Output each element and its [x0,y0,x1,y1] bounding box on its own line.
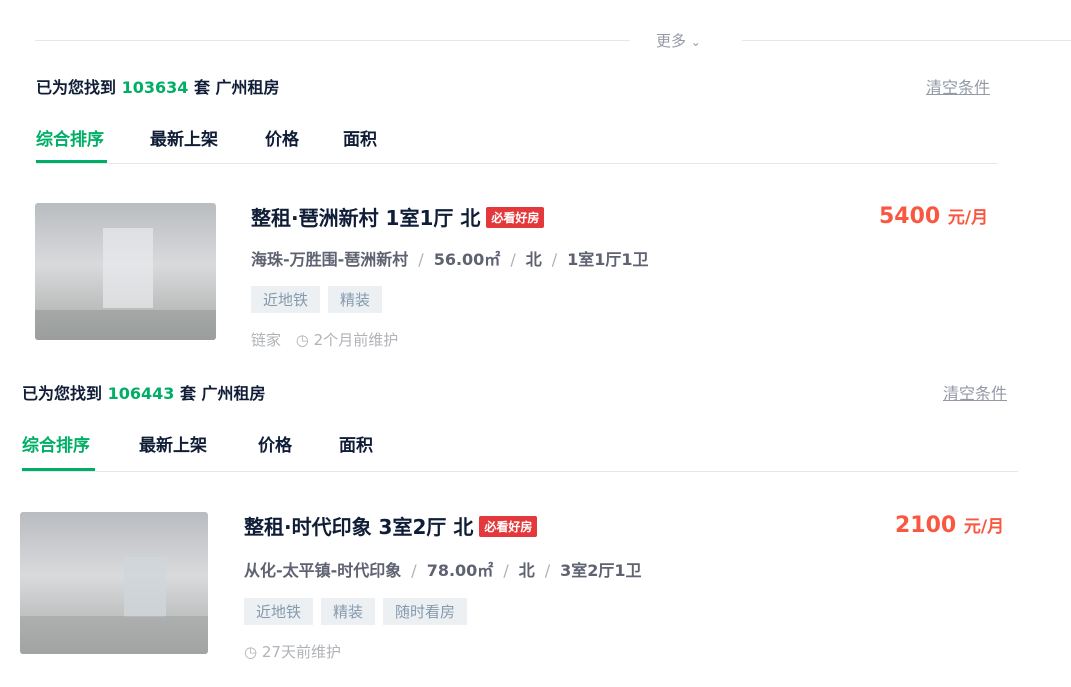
listing-price: 2100 元/月 [895,512,1004,538]
listing-tags: 近地铁 精装 随时看房 [244,598,475,625]
listing-title[interactable]: 整租·时代印象 3室2厅 北 [244,515,473,539]
tab-comprehensive-sort[interactable]: 综合排序 [36,125,104,150]
filter-divider-right [742,40,1071,41]
price-value: 5400 [879,204,941,229]
must-see-badge: 必看好房 [486,207,545,228]
chevron-down-icon: ⌄ [690,35,701,49]
listing-title[interactable]: 整租·琶洲新村 1室1厅 北 [251,206,480,230]
found-suffix: 套 广州租房 [193,78,280,97]
listing-thumbnail[interactable] [20,512,208,654]
listing-meta: ◷ 27天前维护 [244,641,341,662]
listing-thumbnail[interactable] [35,203,216,340]
clear-filters-link[interactable]: 清空条件 [926,74,990,98]
more-filters-button[interactable]: 更多 ⌄ [656,30,701,51]
listing-layout: 3室2厅1卫 [560,561,642,580]
tag-view-anytime: 随时看房 [383,598,468,625]
price-value: 2100 [895,513,957,538]
listing-district: 海珠-万胜围-琶洲新村 [251,250,409,269]
clock-icon: ◷ [295,331,309,349]
tab-area[interactable]: 面积 [339,431,373,456]
result-count: 已为您找到 106443 套 广州租房 [22,380,266,404]
listing-description: 从化-太平镇-时代印象/78.00㎡ / 北/3室2厅1卫 [244,561,642,580]
agency-name: 链家 [251,331,282,349]
tab-newest[interactable]: 最新上架 [150,125,218,150]
filter-row-clipped [30,0,35,6]
clock-icon: ◷ [244,643,258,661]
listing-layout: 1室1厅1卫 [567,250,649,269]
tab-area[interactable]: 面积 [343,125,377,150]
found-count: 103634 [121,78,189,97]
clear-filters-link[interactable]: 清空条件 [943,380,1007,404]
tab-price[interactable]: 价格 [265,125,299,150]
found-prefix: 已为您找到 [22,384,103,403]
listing-area: 56.00㎡ [433,250,501,269]
tag-refined-decor: 精装 [328,286,383,313]
tag-near-metro: 近地铁 [244,598,314,625]
listing-meta: 链家 ◷ 2个月前维护 [251,329,398,350]
filter-divider-left [35,40,630,41]
listing-area: 78.00㎡ [426,561,494,580]
listing-price: 5400 元/月 [879,203,988,229]
listing-orientation: 北 [518,561,535,580]
listing-orientation: 北 [525,250,542,269]
found-suffix: 套 广州租房 [179,384,266,403]
price-unit: 元/月 [963,517,1005,537]
maintained-time: 27天前维护 [261,643,341,661]
listing-description: 海珠-万胜围-琶洲新村/56.00㎡ / 北/1室1厅1卫 [251,250,649,269]
must-see-badge: 必看好房 [479,516,538,537]
tab-price[interactable]: 价格 [258,431,292,456]
listing-tags: 近地铁 精装 [251,286,390,313]
tag-near-metro: 近地铁 [251,286,321,313]
listing-title-row[interactable]: 整租·琶洲新村 1室1厅 北必看好房 [251,202,545,231]
listing-title-row[interactable]: 整租·时代印象 3室2厅 北必看好房 [244,511,538,540]
more-filters-label: 更多 [656,32,687,50]
found-prefix: 已为您找到 [36,78,117,97]
maintained-time: 2个月前维护 [313,331,399,349]
tab-divider [22,471,1018,472]
tab-divider [36,163,998,164]
tab-comprehensive-sort[interactable]: 综合排序 [22,431,90,456]
result-count: 已为您找到 103634 套 广州租房 [36,74,280,98]
found-count: 106443 [107,384,175,403]
listing-district: 从化-太平镇-时代印象 [244,561,402,580]
tag-refined-decor: 精装 [321,598,376,625]
price-unit: 元/月 [947,208,989,228]
tab-newest[interactable]: 最新上架 [139,431,207,456]
